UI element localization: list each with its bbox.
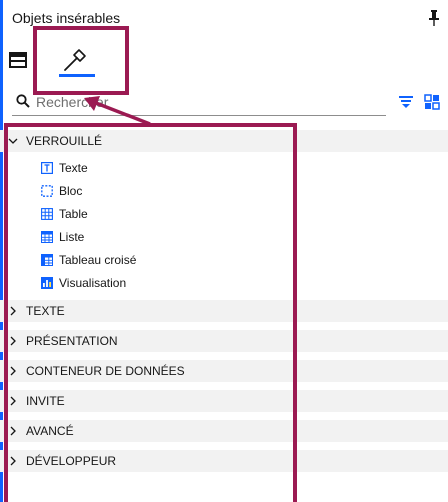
text-icon — [41, 161, 53, 174]
block-icon — [41, 184, 53, 197]
group-label: PRÉSENTATION — [26, 334, 118, 348]
pin-icon[interactable] — [428, 9, 440, 27]
tab-selected-indicator — [59, 74, 95, 77]
visualization-icon — [41, 276, 53, 289]
panel-title: Objets insérables — [12, 10, 121, 26]
item-table[interactable]: Table — [0, 202, 448, 225]
item-visualization[interactable]: Visualisation — [0, 271, 448, 294]
group-prompt[interactable]: INVITE — [0, 390, 448, 412]
group-label: INVITE — [26, 394, 65, 408]
item-block[interactable]: Bloc — [0, 179, 448, 202]
item-text[interactable]: Texte — [0, 156, 448, 179]
group-locked-items: Texte Bloc Table Liste Tableau croisé Vi… — [0, 156, 448, 294]
table-icon — [41, 207, 53, 220]
search-input[interactable] — [12, 88, 386, 116]
item-label: Tableau croisé — [59, 252, 137, 267]
chevron-right-icon — [10, 426, 16, 436]
item-label: Table — [59, 206, 88, 221]
chevron-right-icon — [10, 456, 16, 466]
group-developer[interactable]: DÉVELOPPEUR — [0, 450, 448, 472]
chevron-right-icon — [10, 336, 16, 346]
search-row — [12, 84, 448, 120]
group-label: AVANCÉ — [26, 424, 74, 438]
hammer-icon — [64, 49, 86, 71]
group-label: TEXTE — [26, 304, 65, 318]
group-locked[interactable]: VERROUILLÉ — [0, 130, 448, 152]
group-label: DÉVELOPPEUR — [26, 454, 117, 468]
item-label: Liste — [59, 229, 85, 244]
group-advanced[interactable]: AVANCÉ — [0, 420, 448, 442]
group-data-container[interactable]: CONTENEUR DE DONNÉES — [0, 360, 448, 382]
chevron-right-icon — [10, 306, 16, 316]
chevron-right-icon — [10, 366, 16, 376]
chevron-down-icon — [8, 138, 18, 144]
item-list[interactable]: Liste — [0, 225, 448, 248]
group-label: VERROUILLÉ — [26, 134, 103, 148]
object-tree: VERROUILLÉ Texte Bloc Table Liste Tablea… — [0, 130, 448, 480]
search-icon — [16, 94, 30, 108]
list-icon — [41, 230, 53, 243]
group-label: CONTENEUR DE DONNÉES — [26, 364, 185, 378]
tab-bar — [3, 36, 448, 84]
item-label: Visualisation — [59, 275, 127, 290]
tab-layout[interactable] — [3, 36, 33, 84]
item-label: Bloc — [59, 183, 83, 198]
layout-icon — [9, 52, 27, 68]
item-label: Texte — [59, 160, 88, 175]
crosstab-icon — [41, 253, 53, 266]
panel-header: Objets insérables — [3, 0, 448, 36]
chevron-right-icon — [10, 396, 16, 406]
filter-icon[interactable] — [398, 94, 414, 110]
group-presentation[interactable]: PRÉSENTATION — [0, 330, 448, 352]
grid-view-icon[interactable] — [424, 94, 440, 110]
tab-insertable-tools[interactable] — [43, 36, 107, 84]
group-text[interactable]: TEXTE — [0, 300, 448, 322]
item-crosstab[interactable]: Tableau croisé — [0, 248, 448, 271]
